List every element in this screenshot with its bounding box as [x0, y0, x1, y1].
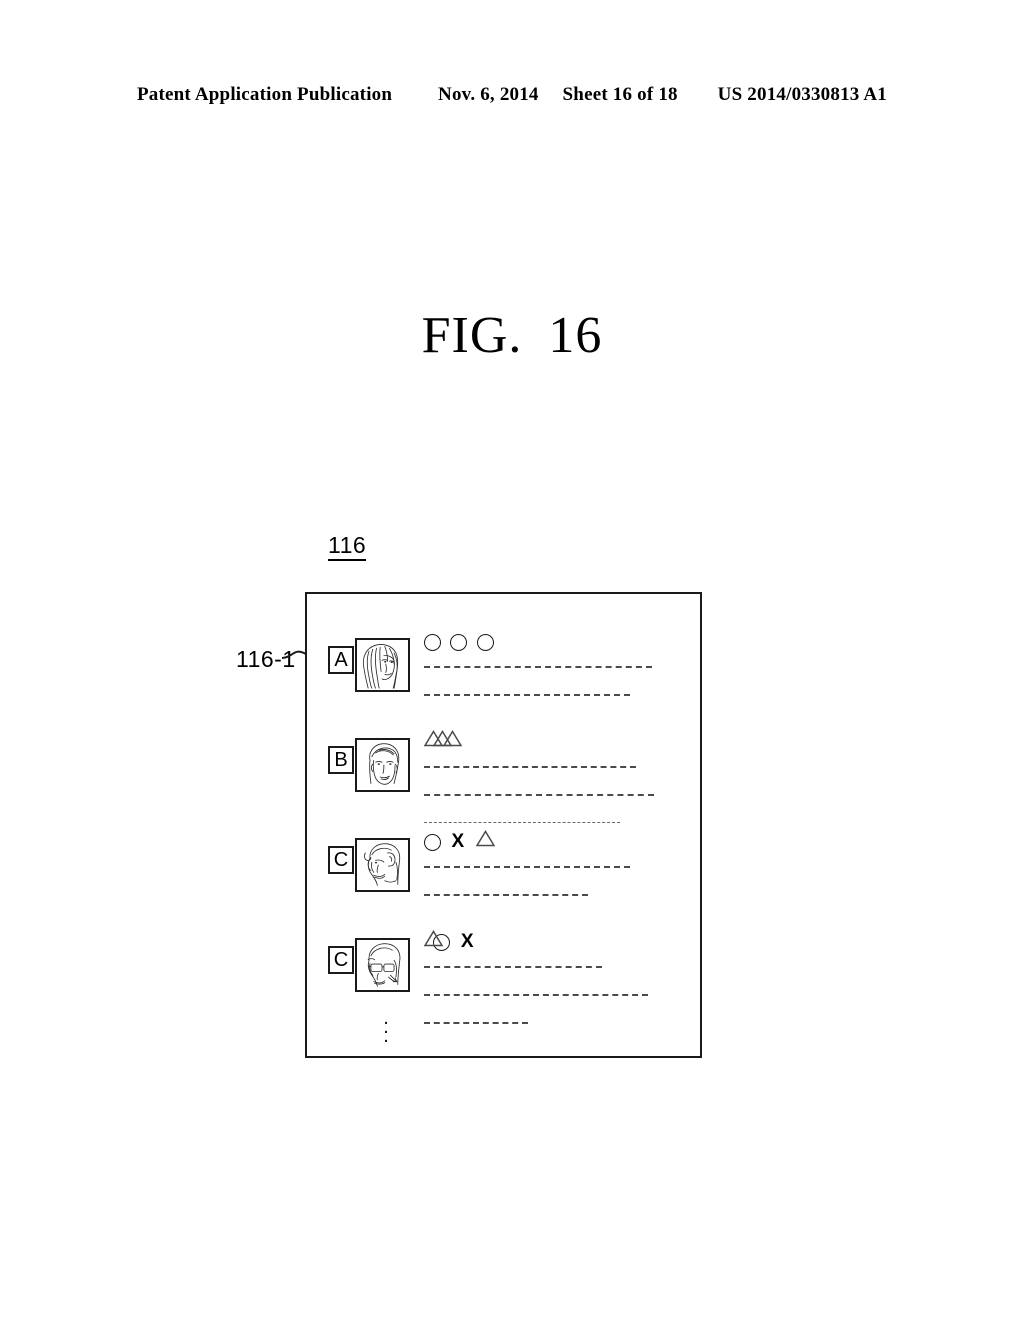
rating-symbols: X: [424, 929, 694, 954]
vertical-ellipsis: . . .: [382, 1008, 390, 1047]
grade-badge: C: [328, 946, 354, 974]
grade-badge: C: [328, 846, 354, 874]
circle-icon: [450, 634, 468, 652]
rating-symbols: [424, 632, 694, 654]
ellipsis-dot: .: [383, 1025, 389, 1047]
text-placeholder-line: [424, 894, 588, 910]
list-item-body: [424, 632, 694, 710]
text-placeholder-line: [424, 794, 654, 810]
x-icon: X: [460, 931, 474, 953]
face-thumbnail-man-facing-left[interactable]: [355, 838, 410, 892]
face-thumbnail-person-with-glasses[interactable]: [355, 938, 410, 992]
text-placeholder-line: [424, 966, 602, 982]
sheet-number: Sheet 16 of 18: [562, 84, 678, 105]
grade-badge: B: [328, 746, 354, 774]
figure-label: FIG.: [421, 307, 523, 364]
face-thumbnail-person-bob-hair[interactable]: [355, 738, 410, 792]
figure-title: FIG. 16: [0, 306, 1024, 365]
publication-date: Nov. 6, 2014: [438, 84, 539, 105]
page-header: Patent Application Publication Nov. 6, 2…: [0, 84, 1024, 106]
reference-numeral-panel: 116: [328, 533, 367, 562]
text-placeholder-line: [424, 1022, 528, 1038]
figure-number: 16: [548, 307, 603, 364]
text-placeholder-line: [424, 694, 630, 710]
circle-icon: [424, 634, 441, 652]
rating-symbols: X: [424, 829, 694, 854]
text-placeholder-line: [424, 766, 636, 782]
list-item-body: X: [424, 829, 694, 910]
text-placeholder-line: [424, 866, 630, 882]
list-item-body: X: [424, 929, 694, 1038]
grade-badge: A: [328, 646, 354, 674]
x-icon: X: [451, 831, 465, 853]
text-placeholder-line: [424, 666, 652, 682]
publication-label: Patent Application Publication: [137, 84, 393, 105]
rating-symbols: [424, 729, 694, 754]
face-thumbnail-woman-long-wavy-hair[interactable]: [355, 638, 410, 692]
contact-list-panel[interactable]: A B C X C X . . .: [305, 592, 702, 1058]
list-item-body: [424, 729, 694, 837]
circle-icon: [424, 834, 441, 852]
patent-number: US 2014/0330813 A1: [717, 84, 887, 105]
text-placeholder-line: [424, 994, 648, 1010]
circle-icon: [476, 634, 494, 652]
